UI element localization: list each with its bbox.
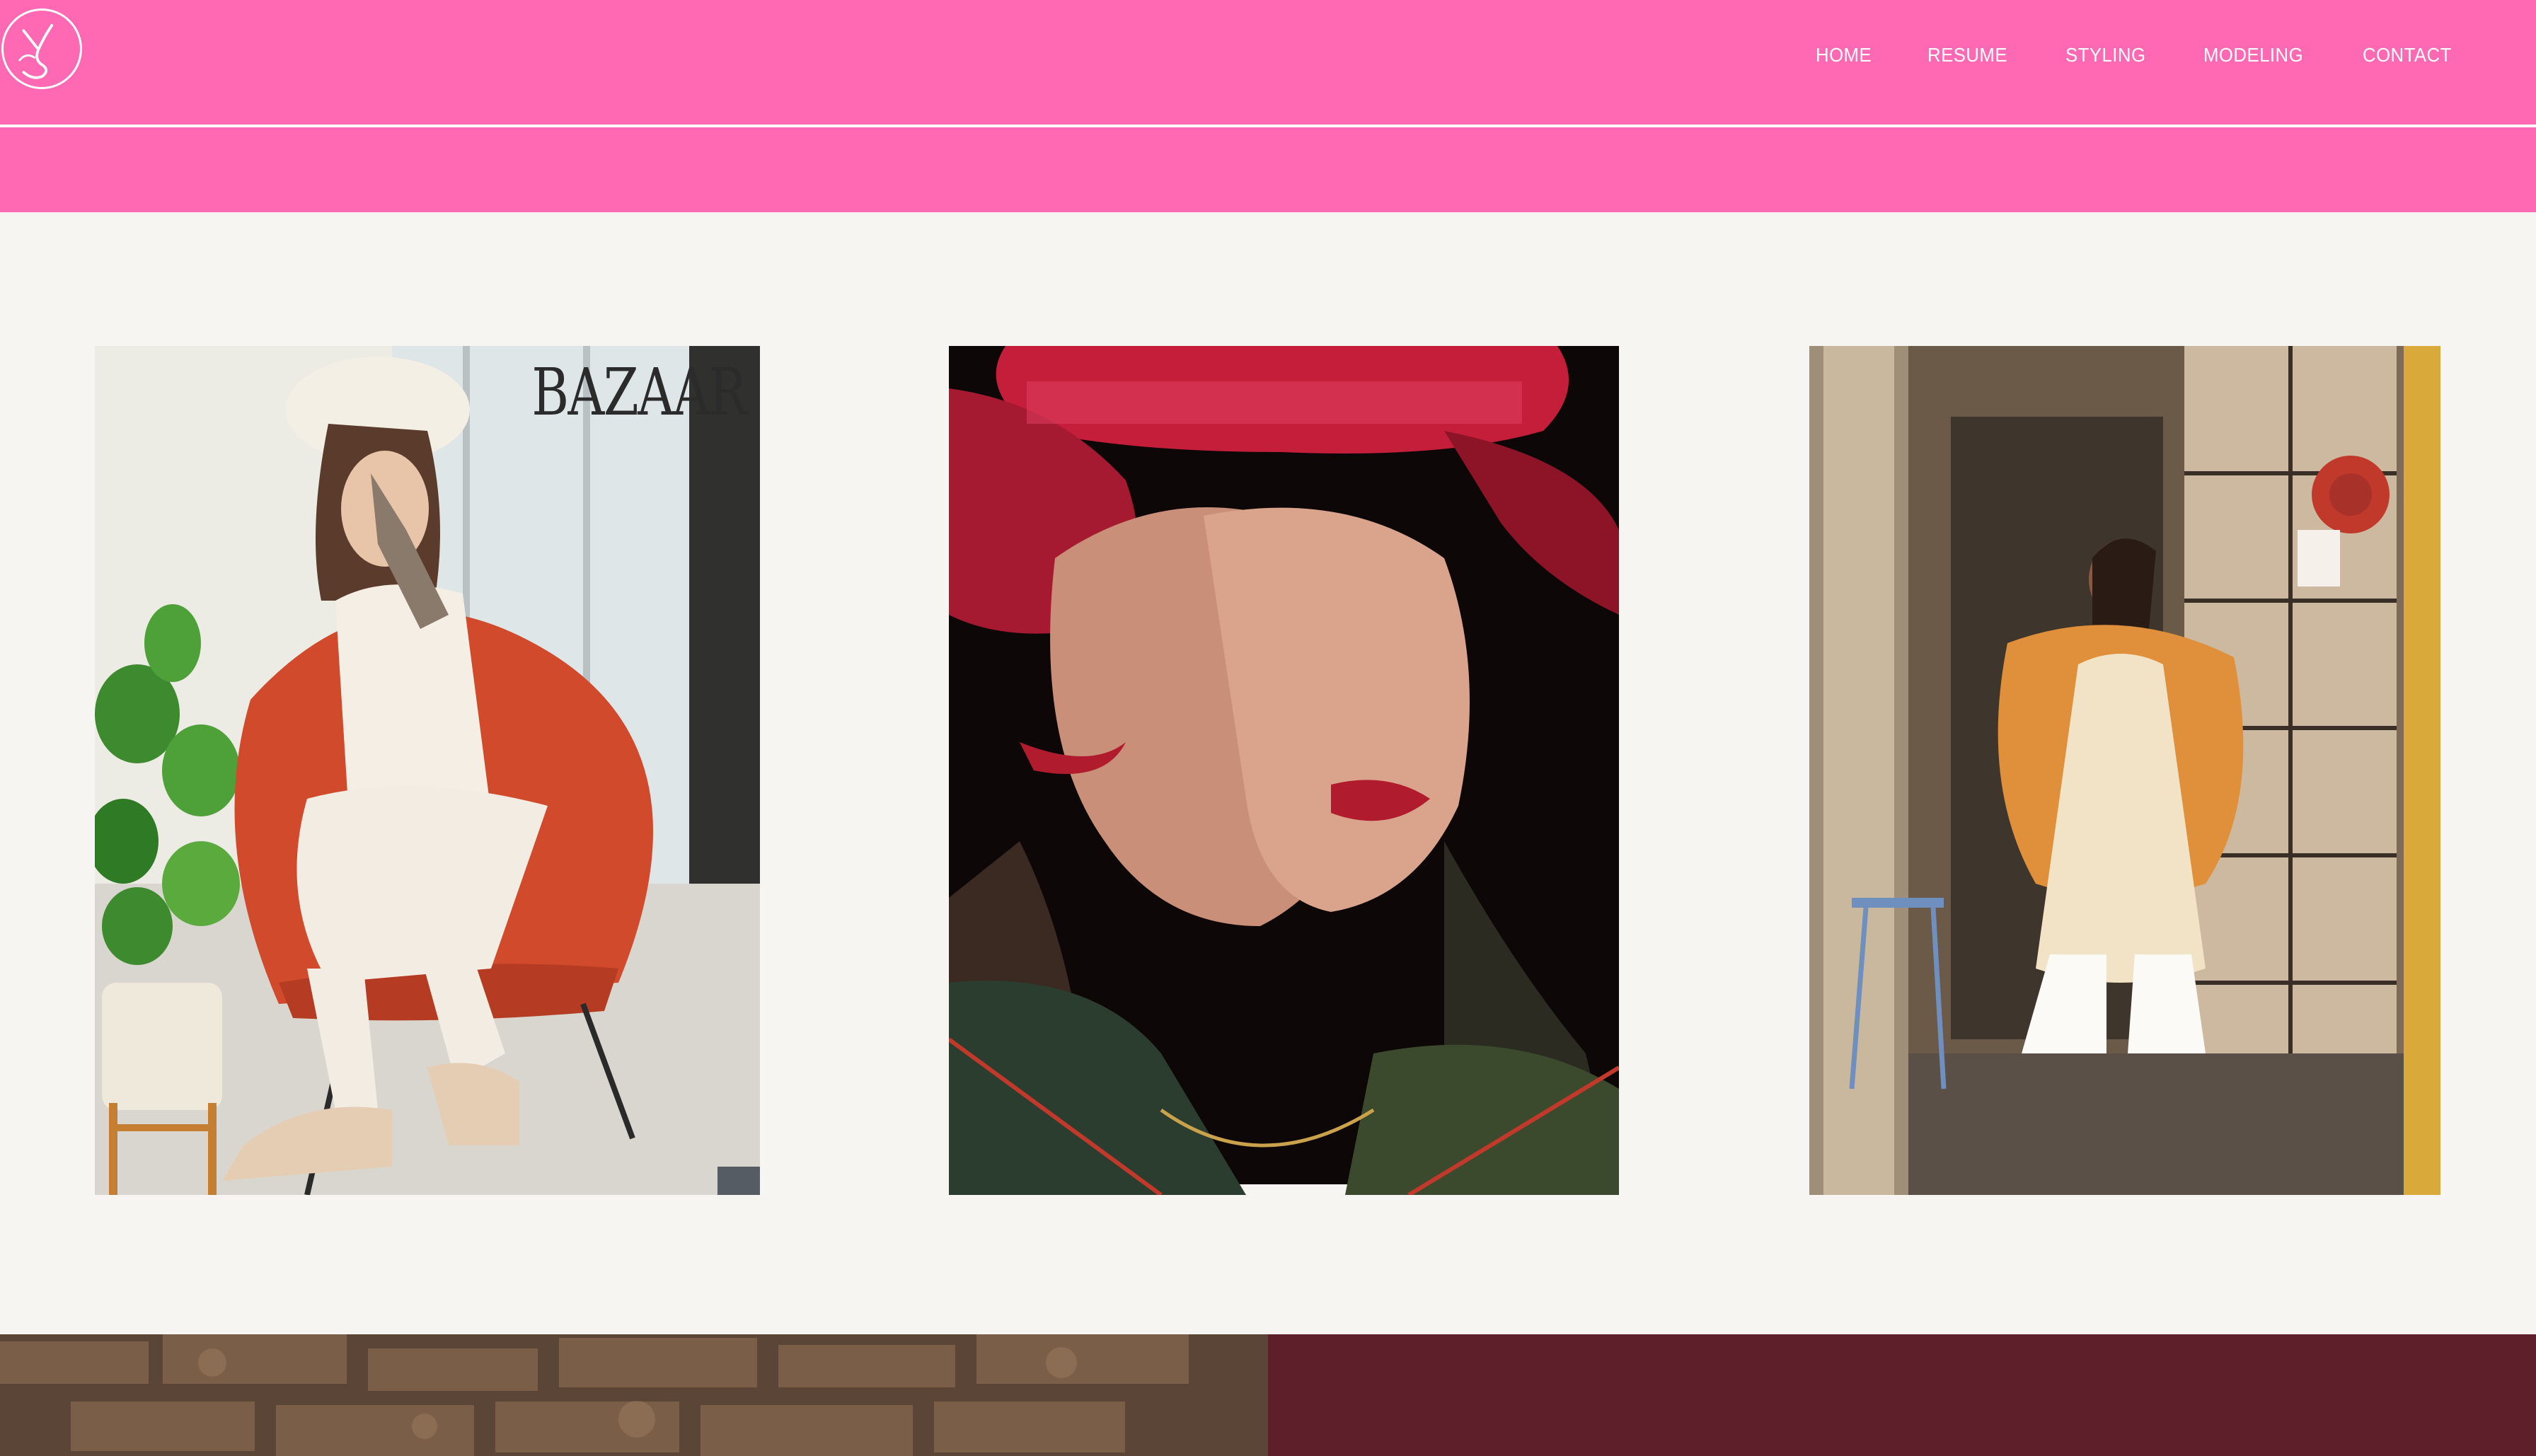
gallery-photo-red-chair[interactable]: BAZAAR bbox=[95, 346, 760, 1195]
footer-brick-photo bbox=[0, 1334, 1268, 1456]
gallery-photo-doorway[interactable] bbox=[1809, 346, 2440, 1195]
main-nav: HOME RESUME STYLING MODELING CONTACT bbox=[1816, 44, 2460, 67]
site-header: HOME RESUME STYLING MODELING CONTACT bbox=[0, 0, 2536, 212]
nav-resume[interactable]: RESUME bbox=[1927, 44, 2007, 67]
nav-styling[interactable]: STYLING bbox=[2065, 44, 2145, 67]
nav-modeling[interactable]: MODELING bbox=[2203, 44, 2303, 67]
footer-color-block bbox=[1268, 1334, 2536, 1456]
nav-contact[interactable]: CONTACT bbox=[2363, 44, 2452, 67]
monogram-logo-icon[interactable] bbox=[1, 8, 82, 89]
magazine-cover-title: BAZAAR bbox=[531, 354, 747, 430]
header-divider bbox=[0, 125, 2536, 127]
gallery-photo-red-hat[interactable] bbox=[949, 346, 1619, 1195]
nav-home[interactable]: HOME bbox=[1816, 44, 1872, 67]
